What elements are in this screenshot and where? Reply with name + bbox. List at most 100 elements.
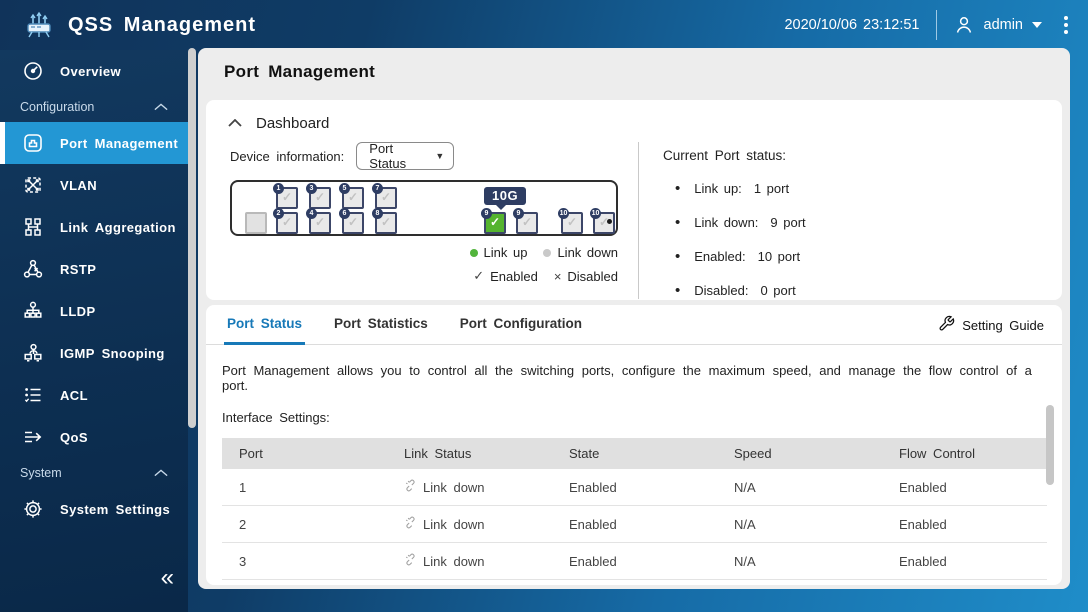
device-port-diagram: 1 3 5 7 2 4 6 8 9 9 10 10 10G bbox=[230, 180, 618, 236]
broken-link-icon bbox=[404, 479, 417, 495]
broken-link-icon bbox=[404, 516, 417, 532]
port-8: 8 bbox=[372, 208, 397, 234]
port-tabs-card: Port Status Port Statistics Port Configu… bbox=[206, 305, 1062, 585]
tab-port-statistics[interactable]: Port Statistics bbox=[331, 316, 431, 345]
lldp-icon bbox=[22, 300, 44, 322]
legend-disabled: × Disabled bbox=[553, 268, 618, 284]
port-legend: Link up Link down ✓ Enabled × Disabled bbox=[230, 245, 618, 284]
more-options-menu[interactable] bbox=[1058, 12, 1074, 38]
collapse-sidebar-icon[interactable]: « bbox=[161, 566, 174, 590]
app-title: QSS Management bbox=[68, 13, 257, 36]
rstp-icon bbox=[22, 258, 44, 280]
sidebar-section-configuration[interactable]: Configuration bbox=[0, 92, 188, 122]
table-row: 1 Link down Enabled N/A Enabled bbox=[222, 469, 1047, 506]
sidebar-item-overview[interactable]: Overview bbox=[0, 50, 188, 92]
status-link-down: Link down: 9 port bbox=[663, 214, 1062, 231]
table-row: 3 Link down Enabled N/A Enabled bbox=[222, 542, 1047, 580]
sidebar-section-system[interactable]: System bbox=[0, 458, 188, 488]
dashboard-collapse-header[interactable]: Dashboard bbox=[206, 100, 1062, 132]
page-title: Port Management bbox=[224, 62, 376, 81]
current-port-status-title: Current Port status: bbox=[663, 148, 787, 163]
sidebar-item-rstp[interactable]: RSTP bbox=[0, 248, 188, 290]
username-label: admin bbox=[983, 17, 1024, 33]
gauge-icon bbox=[22, 60, 44, 82]
device-information-label: Device information: bbox=[230, 148, 345, 164]
app-logo-switch-icon bbox=[22, 8, 56, 42]
port-10-sfp: 10 bbox=[558, 208, 583, 234]
check-icon: ✓ bbox=[473, 268, 485, 283]
link-up-dot-icon bbox=[469, 248, 478, 257]
table-row: 2 Link down Enabled N/A Enabled bbox=[222, 505, 1047, 543]
dropdown-selected-value: Port Status bbox=[369, 141, 407, 171]
device-info-dropdown[interactable]: Port Status ▼ bbox=[356, 141, 455, 171]
sidebar-item-qos[interactable]: QoS bbox=[0, 416, 188, 458]
port-3: 3 bbox=[306, 183, 331, 209]
tab-port-status[interactable]: Port Status bbox=[224, 316, 306, 345]
tab-port-configuration[interactable]: Port Configuration bbox=[457, 316, 585, 345]
chevron-down-icon: ▼ bbox=[435, 151, 445, 161]
status-enabled: Enabled: 10 port bbox=[663, 248, 1062, 265]
dashboard-card: Dashboard Device information: Port Statu… bbox=[206, 100, 1062, 300]
dashboard-title: Dashboard bbox=[256, 114, 330, 132]
link-aggregation-icon bbox=[22, 216, 44, 238]
status-disabled: Disabled: 0 port bbox=[663, 282, 1062, 299]
port-2: 2 bbox=[273, 208, 298, 234]
setting-guide-button[interactable]: Setting Guide bbox=[938, 315, 1044, 335]
acl-icon bbox=[22, 384, 44, 406]
igmp-snooping-icon bbox=[22, 342, 44, 364]
link-down-dot-icon bbox=[543, 248, 552, 257]
sidebar: Overview Configuration Port Management V… bbox=[0, 50, 188, 612]
broken-link-icon bbox=[404, 553, 417, 569]
port-7: 7 bbox=[372, 183, 397, 209]
top-bar: QSS Management 2020/10/06 23:12:51 admin bbox=[0, 0, 1088, 50]
column-port: Port bbox=[222, 438, 387, 469]
user-menu[interactable]: admin bbox=[953, 14, 1042, 36]
legend-link-up: Link up bbox=[469, 245, 527, 260]
sidebar-item-link-aggregation[interactable]: Link Aggregation bbox=[0, 206, 188, 248]
chevron-up-icon bbox=[228, 114, 242, 132]
sidebar-item-igmp-snooping[interactable]: IGMP Snooping bbox=[0, 332, 188, 374]
page-scrollbar-thumb[interactable] bbox=[188, 48, 196, 428]
speed-badge-10g: 10G bbox=[484, 187, 527, 210]
port-management-description: Port Management allows you to control al… bbox=[222, 363, 1032, 393]
datetime-display: 2020/10/06 23:12:51 bbox=[784, 17, 920, 33]
qos-icon bbox=[22, 426, 44, 448]
interface-settings-table: Port Link Status State Speed Flow Contro… bbox=[222, 438, 1047, 580]
ethernet-port-icon bbox=[22, 132, 44, 154]
gear-icon bbox=[22, 498, 44, 520]
sidebar-item-acl[interactable]: ACL bbox=[0, 374, 188, 416]
sidebar-item-lldp[interactable]: LLDP bbox=[0, 290, 188, 332]
interface-settings-label: Interface Settings: bbox=[222, 410, 330, 425]
port-10: 10 bbox=[590, 208, 615, 234]
chevron-up-icon bbox=[150, 462, 172, 484]
port-9-sfp: 9 bbox=[481, 208, 506, 234]
vlan-icon bbox=[22, 174, 44, 196]
cross-icon: × bbox=[553, 268, 562, 284]
content-scrollbar-thumb[interactable] bbox=[1046, 405, 1054, 485]
current-port-status-panel: Current Port status: Link up: 1 port Lin… bbox=[638, 142, 1062, 299]
legend-enabled: ✓ Enabled bbox=[473, 268, 538, 284]
sidebar-item-vlan[interactable]: VLAN bbox=[0, 164, 188, 206]
chevron-up-icon bbox=[150, 96, 172, 118]
port-6: 6 bbox=[339, 208, 364, 234]
wrench-icon bbox=[938, 315, 955, 335]
column-speed: Speed bbox=[717, 438, 882, 469]
column-state: State bbox=[552, 438, 717, 469]
topbar-divider bbox=[935, 10, 937, 40]
port-5: 5 bbox=[339, 183, 364, 209]
legend-link-down: Link down bbox=[543, 245, 618, 260]
led-indicator bbox=[607, 219, 612, 224]
clipped-table-row bbox=[222, 580, 1047, 589]
column-flow-control: Flow Control bbox=[882, 438, 1047, 469]
port-9: 9 bbox=[513, 208, 538, 234]
status-link-up: Link up: 1 port bbox=[663, 180, 1062, 197]
table-header-row: Port Link Status State Speed Flow Contro… bbox=[222, 438, 1047, 469]
sidebar-item-port-management[interactable]: Port Management bbox=[0, 122, 188, 164]
port-1: 1 bbox=[273, 183, 298, 209]
user-icon bbox=[953, 14, 975, 36]
port-4: 4 bbox=[306, 208, 331, 234]
console-port bbox=[245, 212, 267, 234]
sidebar-item-system-settings[interactable]: System Settings bbox=[0, 488, 188, 530]
chevron-down-icon bbox=[1032, 22, 1042, 28]
column-link-status: Link Status bbox=[387, 438, 552, 469]
